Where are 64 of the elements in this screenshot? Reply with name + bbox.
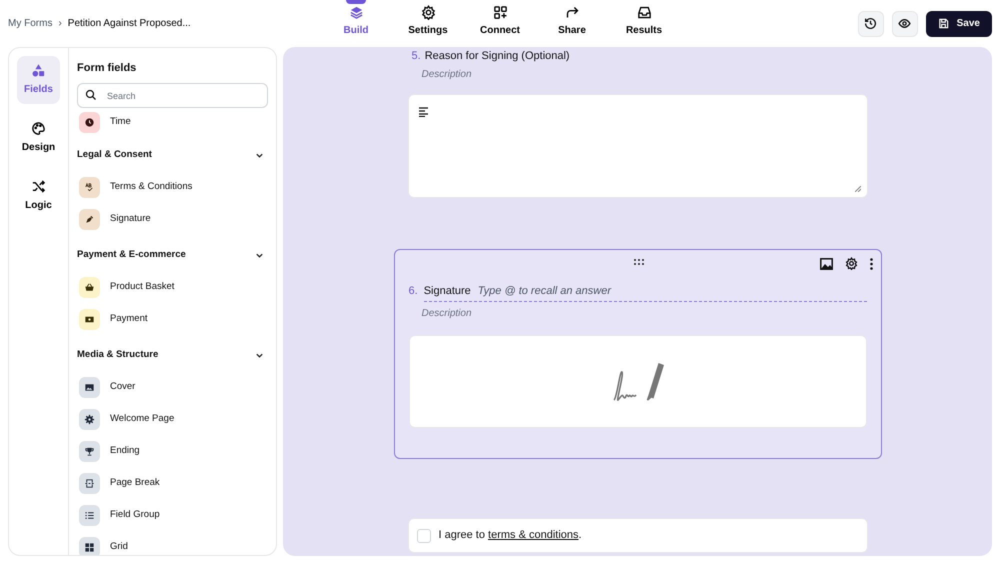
chevron-icon[interactable] <box>255 251 264 260</box>
text-align-icon <box>418 107 430 117</box>
chevron-icon[interactable] <box>255 351 264 360</box>
settings-icon[interactable] <box>844 257 858 270</box>
nav-tab[interactable]: Connect <box>464 0 536 47</box>
long-text-input[interactable] <box>408 94 868 198</box>
resize-handle-icon[interactable] <box>854 186 860 192</box>
rail-tab[interactable]: Design <box>17 114 60 162</box>
breadcrumb-current: Petition Against Proposed... <box>68 17 191 31</box>
nav-tab[interactable]: Results <box>608 0 680 47</box>
group-heading: Media & Structure <box>77 348 158 362</box>
search-icon <box>85 89 97 101</box>
history-button[interactable] <box>858 10 884 36</box>
question-title-field[interactable]: Signature Type @ to recall an answer <box>424 283 866 302</box>
nav-tab[interactable]: Settings <box>392 0 464 47</box>
shapes-icon <box>31 63 46 78</box>
consent-text: I agree to terms & conditions. <box>438 528 582 544</box>
history-icon <box>864 17 878 30</box>
layers-icon <box>348 5 364 20</box>
field-item[interactable]: Signature <box>77 204 268 236</box>
save-icon <box>938 18 949 29</box>
question-description: Description <box>420 306 473 320</box>
more-icon[interactable] <box>870 258 872 270</box>
question-number: 6. <box>408 284 418 299</box>
nav-tab[interactable]: Share <box>536 0 608 47</box>
field-item[interactable]: Product Basket <box>77 272 268 304</box>
question-number: 5. <box>412 49 421 63</box>
palette-icon <box>31 121 46 136</box>
field-item[interactable]: Time <box>77 110 268 136</box>
breadcrumb-separator: › <box>57 17 63 31</box>
chevron-icon[interactable] <box>255 151 264 160</box>
question-description: Description <box>420 68 473 82</box>
question-card[interactable]: 6. Signature Type @ to recall an answer Description <box>394 249 882 459</box>
field-item[interactable]: Welcome Page <box>77 404 268 436</box>
terms-link[interactable]: terms & conditions <box>488 529 579 542</box>
group-heading: Payment & E-commerce <box>77 248 186 262</box>
field-item[interactable]: Field Group <box>77 500 268 532</box>
save-button[interactable]: Save <box>926 10 992 36</box>
image-icon[interactable] <box>820 258 832 270</box>
nav-tab[interactable]: Build <box>320 0 392 47</box>
panel-title: Form fields <box>77 61 138 76</box>
drag-handle-icon[interactable] <box>634 259 644 265</box>
group-heading: Legal & Consent <box>77 148 152 162</box>
field-item[interactable]: Ending <box>77 436 268 468</box>
rail-tab[interactable]: Fields <box>17 56 60 104</box>
share-icon <box>564 5 580 20</box>
search-field[interactable]: Search <box>77 83 268 108</box>
question-title: Signature <box>424 284 471 299</box>
checkbox[interactable] <box>416 528 430 542</box>
inbox-icon <box>636 5 652 20</box>
breadcrumb-link[interactable]: My Forms <box>8 16 52 31</box>
settings-icon <box>420 5 436 20</box>
field-item[interactable]: Cover <box>77 372 268 404</box>
field-item[interactable]: Terms & Conditions <box>77 172 268 204</box>
field-item[interactable]: Page Break <box>77 468 268 500</box>
rail-tab[interactable]: Logic <box>17 172 60 220</box>
connect-icon <box>492 5 508 20</box>
question-title: Reason for Signing (Optional) <box>424 49 570 63</box>
field-item[interactable]: Payment <box>77 304 268 336</box>
eye-icon <box>898 17 912 30</box>
preview-button[interactable] <box>892 10 918 36</box>
field-item[interactable]: Grid <box>77 532 268 555</box>
title-placeholder: Type @ to recall an answer <box>478 284 612 299</box>
shuffle-icon <box>31 179 46 194</box>
